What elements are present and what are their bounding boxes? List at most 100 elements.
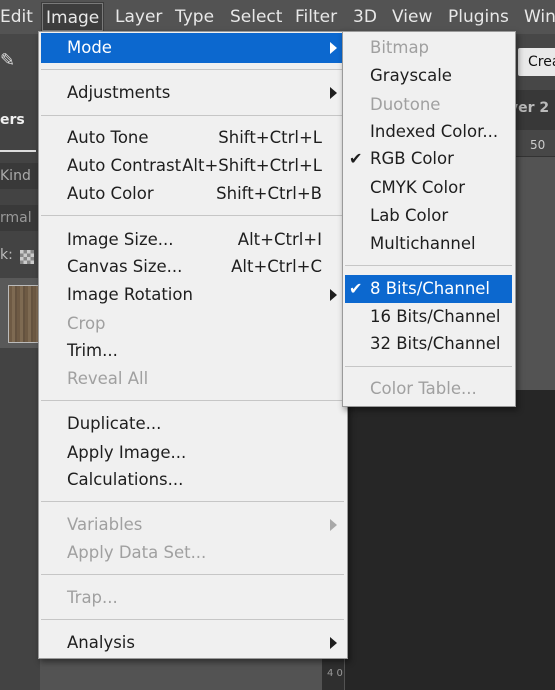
menu-separator [41, 400, 344, 401]
menu-item-trap[interactable]: Trap... [67, 585, 317, 611]
create-button[interactable]: Crea [518, 48, 555, 76]
menu-item-8-bits[interactable]: 8 Bits/Channel [370, 276, 510, 302]
auto-contrast-label: Auto Contrast [67, 156, 182, 175]
image-rotation-label: Image Rotation [67, 285, 193, 304]
blend-mode-select[interactable]: rmal [0, 205, 40, 231]
canvas-size-label: Canvas Size... [67, 257, 183, 276]
menu-item-auto-contrast[interactable]: Auto Contrast Alt+Shift+Ctrl+L [67, 153, 322, 179]
menu-separator [41, 69, 344, 70]
menu-separator [41, 215, 344, 216]
menu-separator [41, 115, 344, 116]
auto-tone-shortcut: Shift+Ctrl+L [218, 128, 322, 147]
menu-item-image-rotation[interactable]: Image Rotation [67, 282, 317, 308]
menu-separator [41, 501, 344, 502]
bits8-label: 8 Bits/Channel [370, 279, 491, 298]
ruler-number-vertical: 4 0 [327, 668, 343, 679]
auto-color-label: Auto Color [67, 184, 154, 203]
chevron-right-icon [330, 289, 337, 301]
grayscale-label: Grayscale [370, 66, 452, 85]
menu-item-auto-tone[interactable]: Auto Tone Shift+Ctrl+L [67, 125, 322, 151]
menu-item-cmyk-color[interactable]: CMYK Color [370, 175, 510, 201]
menu-item-apply-image[interactable]: Apply Image... [67, 440, 317, 466]
menu-filter[interactable]: Filter [290, 0, 342, 34]
menu-separator [41, 574, 344, 575]
menu-item-grayscale[interactable]: Grayscale [370, 63, 510, 89]
trim-label: Trim... [67, 341, 118, 360]
chevron-right-icon [330, 519, 337, 531]
mode-submenu: Bitmap Grayscale Duotone Indexed Color..… [342, 31, 516, 407]
crop-label: Crop [67, 314, 106, 333]
menu-type[interactable]: Type [170, 0, 219, 34]
bits32-label: 32 Bits/Channel [370, 334, 501, 353]
menu-plugins[interactable]: Plugins [443, 0, 514, 34]
ruler-number: 50 [530, 138, 546, 152]
indexed-color-label: Indexed Color... [370, 122, 499, 141]
menu-layer[interactable]: Layer [110, 0, 167, 34]
menu-item-duotone[interactable]: Duotone [370, 92, 510, 118]
chevron-right-icon [330, 42, 337, 54]
menu-item-adjustments[interactable]: Adjustments [67, 80, 317, 106]
menu-item-trim[interactable]: Trim... [67, 338, 317, 364]
analysis-label: Analysis [67, 633, 135, 652]
layer-kind-filter[interactable]: Kind [0, 163, 40, 189]
canvas-size-shortcut: Alt+Ctrl+C [231, 257, 322, 276]
duotone-label: Duotone [370, 95, 441, 114]
menu-3d[interactable]: 3D [348, 0, 382, 34]
menu-item-analysis[interactable]: Analysis [67, 630, 317, 656]
lock-label: k: [0, 247, 13, 263]
menu-bar: Edit Image Layer Type Select Filter 3D V… [0, 0, 555, 34]
menu-item-canvas-size[interactable]: Canvas Size... Alt+Ctrl+C [67, 254, 322, 280]
menu-item-lab-color[interactable]: Lab Color [370, 203, 510, 229]
menu-view[interactable]: View [387, 0, 437, 34]
menu-item-bitmap[interactable]: Bitmap [370, 35, 510, 61]
auto-contrast-shortcut: Alt+Shift+Ctrl+L [182, 156, 322, 175]
menu-item-auto-color[interactable]: Auto Color Shift+Ctrl+B [67, 181, 322, 207]
adjustments-label: Adjustments [67, 83, 171, 102]
apply-image-label: Apply Image... [67, 443, 187, 462]
apply-data-set-label: Apply Data Set... [67, 543, 207, 562]
layer-thumbnail [8, 285, 40, 343]
variables-label: Variables [67, 515, 143, 534]
multichannel-label: Multichannel [370, 234, 476, 253]
bitmap-label: Bitmap [370, 38, 430, 57]
rgb-color-label: RGB Color [370, 149, 454, 168]
layers-tab[interactable]: ers [0, 112, 25, 128]
menu-item-duplicate[interactable]: Duplicate... [67, 411, 317, 437]
bits16-label: 16 Bits/Channel [370, 307, 501, 326]
menu-edit[interactable]: Edit [0, 0, 38, 34]
color-table-label: Color Table... [370, 379, 477, 398]
menu-item-16-bits[interactable]: 16 Bits/Channel [370, 304, 510, 330]
menu-item-multichannel[interactable]: Multichannel [370, 231, 510, 257]
lab-color-label: Lab Color [370, 206, 449, 225]
auto-tone-label: Auto Tone [67, 128, 149, 147]
menu-separator [345, 366, 512, 367]
menu-item-reveal-all[interactable]: Reveal All [67, 366, 317, 392]
menu-item-variables[interactable]: Variables [67, 512, 317, 538]
menu-item-rgb-color[interactable]: RGB Color [370, 146, 510, 172]
duplicate-label: Duplicate... [67, 414, 162, 433]
chevron-right-icon [330, 87, 337, 99]
menu-item-mode[interactable]: Mode [67, 35, 317, 61]
chevron-right-icon [330, 637, 337, 649]
menu-item-indexed-color[interactable]: Indexed Color... [370, 119, 510, 145]
lock-transparency-icon[interactable] [20, 250, 34, 264]
menu-item-crop[interactable]: Crop [67, 311, 317, 337]
menu-select[interactable]: Select [225, 0, 287, 34]
menu-separator [41, 619, 344, 620]
menu-item-calculations[interactable]: Calculations... [67, 467, 317, 493]
menu-item-image-size[interactable]: Image Size... Alt+Ctrl+I [67, 227, 322, 253]
tool-preset-icon[interactable]: ✎ [0, 50, 15, 71]
menu-item-color-table[interactable]: Color Table... [370, 376, 510, 402]
menu-image[interactable]: Image [41, 2, 105, 32]
trap-label: Trap... [67, 588, 118, 607]
canvas-area [345, 390, 555, 690]
cmyk-color-label: CMYK Color [370, 178, 465, 197]
menu-item-32-bits[interactable]: 32 Bits/Channel [370, 331, 510, 357]
checkmark-icon: ✔ [349, 279, 363, 298]
auto-color-shortcut: Shift+Ctrl+B [216, 184, 322, 203]
image-menu: Mode Adjustments Auto Tone Shift+Ctrl+L … [38, 31, 348, 659]
menu-window[interactable]: Win [519, 0, 555, 34]
image-size-label: Image Size... [67, 230, 174, 249]
reveal-all-label: Reveal All [67, 369, 149, 388]
menu-item-apply-data-set[interactable]: Apply Data Set... [67, 540, 317, 566]
